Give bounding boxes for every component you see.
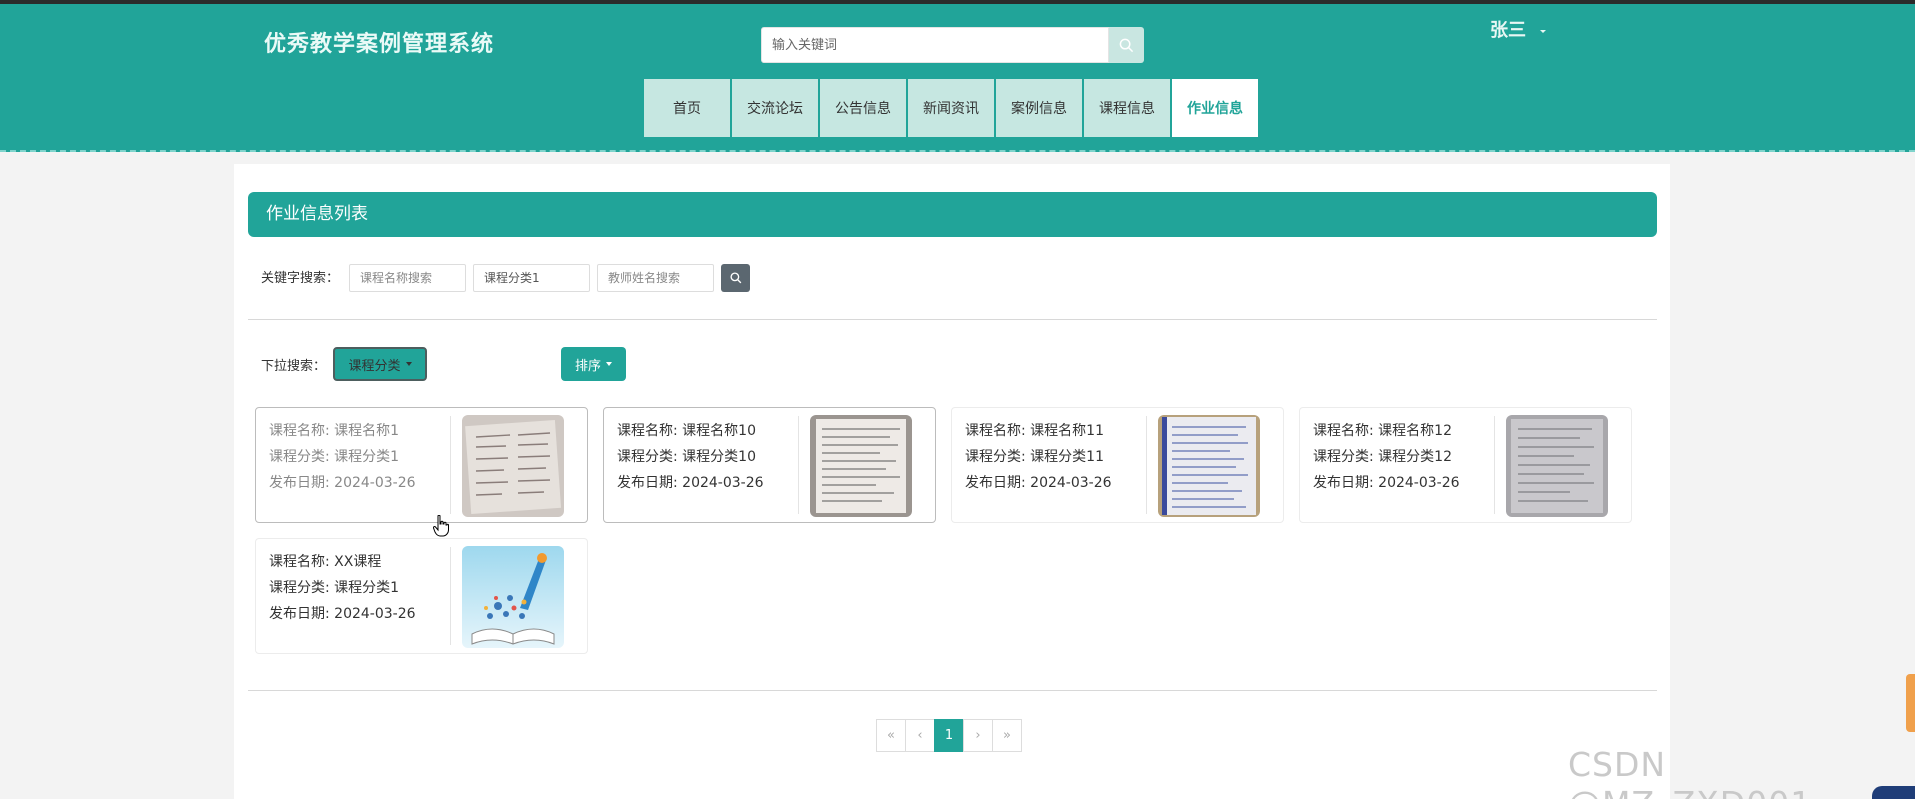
card-course-category: 课程分类: 课程分类11 bbox=[965, 449, 1104, 465]
chevron-down-icon bbox=[1540, 29, 1546, 33]
nav-homework[interactable]: 作业信息 bbox=[1172, 79, 1258, 137]
page-title: 作业信息列表 bbox=[248, 192, 1657, 237]
nav-news[interactable]: 新闻资讯 bbox=[908, 79, 994, 137]
card-thumbnail[interactable] bbox=[462, 415, 564, 517]
course-category-dropdown[interactable]: 课程分类 bbox=[333, 347, 427, 381]
page-current-button[interactable]: 1 bbox=[934, 719, 964, 752]
card-thumbnail[interactable] bbox=[1158, 415, 1260, 517]
global-search-input[interactable] bbox=[761, 27, 1109, 63]
nav-forum[interactable]: 交流论坛 bbox=[732, 79, 818, 137]
card-publish-date: 发布日期: 2024-03-26 bbox=[617, 475, 764, 491]
card-thumbnail[interactable] bbox=[1506, 415, 1608, 517]
homework-card[interactable]: 课程名称: 课程名称10 课程分类: 课程分类10 发布日期: 2024-03-… bbox=[603, 407, 936, 523]
site-title: 优秀教学案例管理系统 bbox=[264, 32, 495, 57]
caret-down-icon bbox=[606, 362, 612, 366]
card-publish-date: 发布日期: 2024-03-26 bbox=[965, 475, 1112, 491]
divider bbox=[248, 319, 1657, 320]
pagination: « ‹ 1 › » bbox=[876, 719, 1022, 752]
page-next-button[interactable]: › bbox=[963, 719, 993, 752]
course-name-search-input[interactable]: 课程名称搜索 bbox=[349, 264, 466, 292]
card-course-name: 课程名称: 课程名称10 bbox=[617, 423, 756, 439]
card-thumbnail[interactable] bbox=[810, 415, 912, 517]
global-search bbox=[761, 27, 1144, 63]
card-publish-date: 发布日期: 2024-03-26 bbox=[1313, 475, 1460, 491]
course-category-search-input[interactable]: 课程分类1 bbox=[473, 264, 590, 292]
homework-card[interactable]: 课程名称: 课程名称1 课程分类: 课程分类1 发布日期: 2024-03-26 bbox=[255, 407, 588, 523]
main-nav: 首页 交流论坛 公告信息 新闻资讯 案例信息 课程信息 作业信息 bbox=[644, 79, 1258, 137]
caret-down-icon bbox=[405, 362, 412, 366]
divider bbox=[248, 690, 1657, 691]
corner-widget[interactable] bbox=[1872, 786, 1915, 799]
homework-card[interactable]: 课程名称: 课程名称11 课程分类: 课程分类11 发布日期: 2024-03-… bbox=[951, 407, 1284, 523]
card-info: 课程名称: 课程名称10 课程分类: 课程分类10 发布日期: 2024-03-… bbox=[617, 418, 764, 496]
global-search-button[interactable] bbox=[1109, 27, 1144, 63]
page-first-button[interactable]: « bbox=[876, 719, 906, 752]
watermark: CSDN @MZ_ZXD001 bbox=[1568, 745, 1811, 799]
card-course-name: 课程名称: XX课程 bbox=[269, 554, 382, 570]
card-info: 课程名称: 课程名称11 课程分类: 课程分类11 发布日期: 2024-03-… bbox=[965, 418, 1112, 496]
user-name: 张三 bbox=[1490, 20, 1526, 41]
page-prev-button[interactable]: ‹ bbox=[905, 719, 935, 752]
card-course-name: 课程名称: 课程名称12 bbox=[1313, 423, 1452, 439]
card-course-category: 课程分类: 课程分类12 bbox=[1313, 449, 1452, 465]
side-scroll-indicator[interactable] bbox=[1906, 674, 1915, 732]
card-separator bbox=[1146, 416, 1147, 514]
card-info: 课程名称: 课程名称1 课程分类: 课程分类1 发布日期: 2024-03-26 bbox=[269, 418, 416, 496]
dropdown-label: 课程分类 bbox=[348, 358, 401, 374]
card-info: 课程名称: XX课程 课程分类: 课程分类1 发布日期: 2024-03-26 bbox=[269, 549, 416, 627]
nav-cases[interactable]: 案例信息 bbox=[996, 79, 1082, 137]
page-last-button[interactable]: » bbox=[992, 719, 1022, 752]
card-course-category: 课程分类: 课程分类1 bbox=[269, 449, 400, 465]
nav-notice[interactable]: 公告信息 bbox=[820, 79, 906, 137]
card-course-category: 课程分类: 课程分类10 bbox=[617, 449, 756, 465]
homework-card[interactable]: 课程名称: XX课程 课程分类: 课程分类1 发布日期: 2024-03-26 bbox=[255, 538, 588, 654]
homework-card[interactable]: 课程名称: 课程名称12 课程分类: 课程分类12 发布日期: 2024-03-… bbox=[1299, 407, 1632, 523]
card-thumbnail[interactable] bbox=[462, 546, 564, 648]
teacher-name-search-input[interactable]: 教师姓名搜索 bbox=[597, 264, 714, 292]
nav-courses[interactable]: 课程信息 bbox=[1084, 79, 1170, 137]
card-separator bbox=[450, 547, 451, 645]
card-separator bbox=[798, 416, 799, 514]
card-course-name: 课程名称: 课程名称1 bbox=[269, 423, 400, 439]
sort-label: 排序 bbox=[574, 358, 601, 374]
card-separator bbox=[450, 416, 451, 514]
user-menu[interactable]: 张三 bbox=[1490, 16, 1546, 42]
card-separator bbox=[1494, 416, 1495, 514]
card-course-category: 课程分类: 课程分类1 bbox=[269, 580, 400, 596]
search-icon bbox=[729, 272, 741, 284]
sort-dropdown[interactable]: 排序 bbox=[561, 347, 626, 381]
keyword-search-button[interactable] bbox=[721, 264, 750, 292]
card-info: 课程名称: 课程名称12 课程分类: 课程分类12 发布日期: 2024-03-… bbox=[1313, 418, 1460, 496]
card-course-name: 课程名称: 课程名称11 bbox=[965, 423, 1104, 439]
nav-home[interactable]: 首页 bbox=[644, 79, 730, 137]
site-header: 优秀教学案例管理系统 张三 首页 交流论坛 公告信息 新闻资讯 案例信息 课程信… bbox=[0, 4, 1915, 152]
hand-cursor-icon bbox=[432, 514, 449, 541]
card-publish-date: 发布日期: 2024-03-26 bbox=[269, 606, 416, 622]
card-publish-date: 发布日期: 2024-03-26 bbox=[269, 475, 416, 491]
keyword-search-label: 关键字搜索： bbox=[261, 271, 340, 286]
search-icon bbox=[1119, 38, 1134, 52]
dropdown-search-label: 下拉搜索： bbox=[261, 359, 327, 374]
